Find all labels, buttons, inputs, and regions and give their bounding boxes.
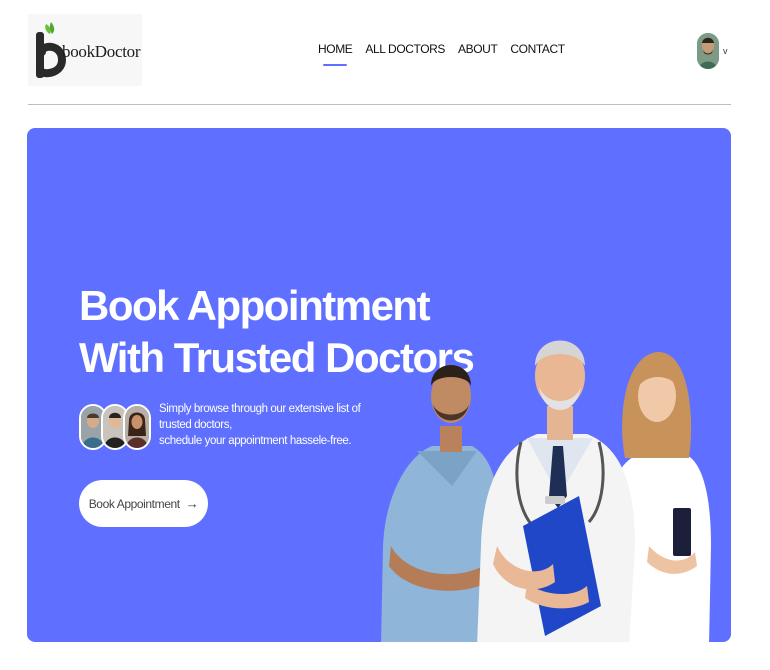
doctors-image [381, 340, 711, 642]
logo-icon [36, 22, 66, 78]
main-nav: HOME ALL DOCTORS ABOUT CONTACT [318, 42, 565, 66]
logo[interactable]: bookDoctor [28, 14, 142, 86]
arrow-right-icon: → [185, 496, 199, 511]
hero-description-line2: schedule your appointment hassele-free. [159, 435, 352, 447]
nav-contact[interactable]: CONTACT [510, 42, 565, 56]
doctor-center [477, 340, 635, 642]
profile-menu[interactable]: v [697, 33, 728, 69]
group-profiles-image [79, 404, 151, 450]
header-divider [28, 104, 731, 105]
avatar[interactable] [697, 33, 719, 69]
nav-home[interactable]: HOME [318, 42, 353, 66]
hero-description-line1: Simply browse through our extensive list… [159, 403, 361, 431]
hero-banner: Book Appointment With Trusted Doctors Si… [27, 128, 731, 642]
logo-text: bookDoctor [62, 42, 141, 61]
nav-about[interactable]: ABOUT [458, 42, 498, 56]
profile-avatar-3 [123, 404, 151, 450]
nav-all-doctors[interactable]: ALL DOCTORS [365, 42, 445, 56]
chevron-down-icon[interactable]: v [723, 46, 728, 56]
hero-description: Simply browse through our extensive list… [159, 401, 379, 449]
book-appointment-button[interactable]: Book Appointment → [79, 480, 208, 527]
book-appointment-label: Book Appointment [88, 496, 180, 511]
